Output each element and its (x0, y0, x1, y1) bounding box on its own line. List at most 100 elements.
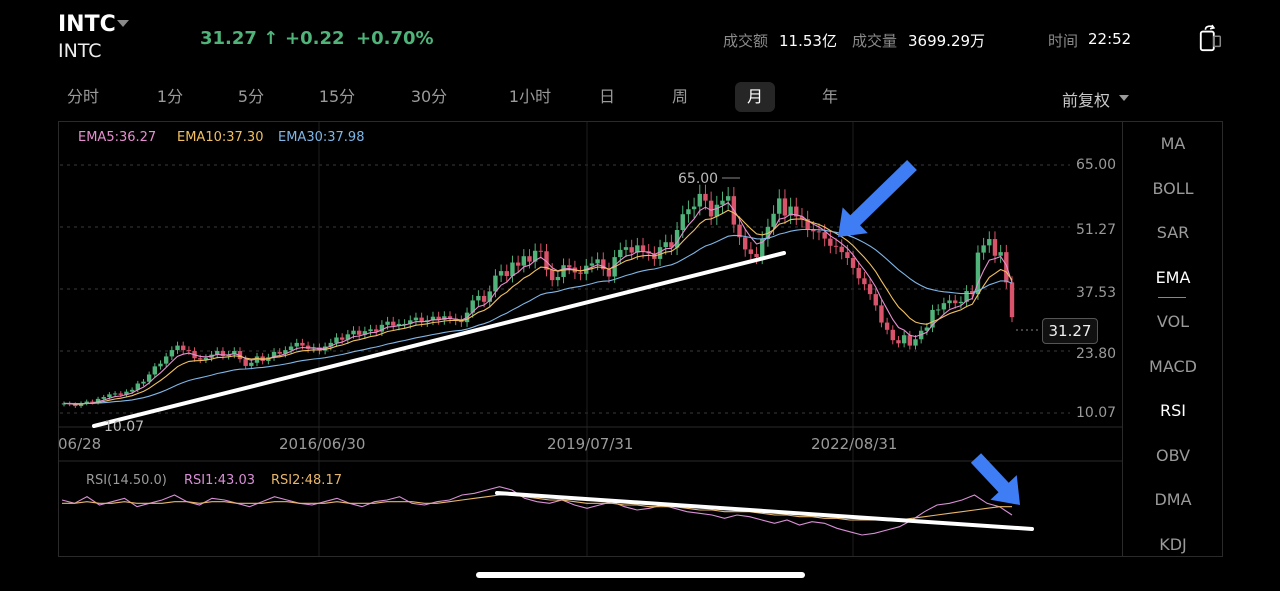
candle-body-139 (850, 258, 856, 268)
candle-body-142 (867, 284, 873, 295)
candle-body-154 (936, 309, 941, 311)
high-price-label: 65.00 (678, 171, 719, 187)
candle-body-80 (515, 262, 521, 266)
candle-body-32 (243, 359, 248, 366)
candle-body-156 (947, 300, 952, 304)
rsi1-legend: RSI1:43.03 (184, 473, 255, 488)
candle-body-106 (663, 242, 668, 248)
rsi-legend: RSI(14.50.0) (86, 473, 167, 488)
candle-body-33 (249, 362, 254, 366)
ema10-line (63, 209, 1013, 405)
candle-body-21 (181, 345, 186, 351)
candle-body-41 (294, 342, 299, 347)
candle-body-147 (896, 340, 901, 344)
candle-body-134 (822, 232, 827, 239)
candle-body-135 (828, 238, 833, 246)
candle-body-40 (288, 346, 294, 351)
candle-body-91 (578, 272, 583, 274)
candle-body-74 (481, 295, 487, 302)
candle-body-79 (510, 262, 515, 277)
candle-body-18 (163, 356, 169, 364)
candle-body-17 (158, 363, 163, 367)
candle-body-140 (856, 267, 861, 279)
candle-body-86 (549, 269, 555, 281)
ema5-line (63, 201, 1013, 406)
candle-body-22 (186, 350, 192, 352)
candle-body-48 (334, 337, 339, 343)
candle-body-82 (527, 256, 532, 262)
candle-body-109 (680, 214, 685, 231)
candle-body-137 (839, 246, 844, 253)
candle-body-94 (595, 259, 600, 264)
candle-body-100 (629, 247, 634, 253)
candle-body-162 (981, 245, 986, 253)
candle-body-133 (816, 231, 822, 233)
candle-body-158 (958, 301, 964, 304)
candle-body-110 (686, 209, 691, 215)
y-tick-37: 37.53 (1076, 285, 1117, 301)
candle-body-57 (385, 321, 390, 325)
rsi-downtrend-line (495, 491, 1034, 531)
rsi2-legend: RSI2:48.17 (271, 473, 342, 488)
candle-body-52 (356, 330, 362, 335)
candle-body-120 (742, 237, 748, 250)
candle-body-155 (941, 303, 947, 310)
candle-body-8 (107, 394, 112, 398)
candle-body-163 (987, 239, 992, 246)
candle-body-9 (112, 393, 118, 395)
candle-body-141 (862, 278, 867, 285)
candle-body-10 (118, 393, 123, 395)
candle-body-54 (368, 329, 373, 332)
y-tick-65: 65.00 (1076, 157, 1117, 173)
candle-body-98 (618, 249, 623, 258)
candle-body-121 (748, 249, 754, 254)
candle-body-113 (703, 193, 708, 201)
candle-body-136 (833, 245, 839, 247)
candle-body-16 (152, 366, 158, 375)
y-tick-51: 51.27 (1076, 222, 1117, 238)
candle-body-89 (567, 265, 572, 268)
candle-body-20 (175, 345, 180, 351)
candle-body-62 (413, 317, 419, 321)
candle-body-14 (141, 381, 146, 384)
blue-arrow-icon-price (838, 159, 917, 237)
uptrend-line (92, 251, 786, 428)
candle-body-157 (953, 300, 958, 304)
candle-body-81 (521, 256, 527, 266)
home-indicator[interactable] (476, 572, 805, 578)
candle-body-19 (169, 350, 175, 357)
last-price-tag: 31.27 (1042, 318, 1098, 344)
candle-body-38 (277, 351, 282, 354)
candle-body-87 (555, 276, 561, 281)
candle-body-165 (998, 252, 1003, 256)
candle-body-146 (890, 329, 895, 341)
candle-body-24 (198, 358, 203, 360)
candle-body-102 (640, 245, 646, 252)
x-tick-2: 2016/06/30 (279, 435, 366, 453)
candle-body-58 (391, 321, 396, 326)
candle-body-150 (913, 339, 918, 346)
candle-body-112 (697, 193, 702, 207)
candle-body-149 (907, 335, 913, 346)
candle-body-93 (589, 263, 595, 266)
candle-body-145 (884, 322, 890, 330)
candle-body-73 (476, 295, 481, 301)
candle-body-42 (300, 342, 305, 346)
ema10-legend: EMA10:37.30 (177, 130, 264, 145)
candle-body-144 (879, 305, 884, 323)
candle-body-164 (992, 239, 998, 256)
candle-body-148 (901, 335, 907, 344)
candle-body-127 (782, 198, 788, 216)
candle-body-78 (504, 271, 509, 277)
candle-body-76 (493, 275, 498, 292)
candle-body-166 (1004, 252, 1009, 283)
candle-body-143 (873, 294, 878, 306)
candle-body-114 (708, 200, 714, 217)
candle-body-88 (561, 265, 566, 277)
candle-body-96 (606, 269, 612, 277)
x-tick-3: 2019/07/31 (547, 435, 634, 453)
candle-body-138 (845, 252, 850, 259)
x-tick-1: 06/28 (58, 435, 102, 453)
candle-body-77 (498, 271, 504, 276)
candle-body-115 (714, 204, 720, 217)
